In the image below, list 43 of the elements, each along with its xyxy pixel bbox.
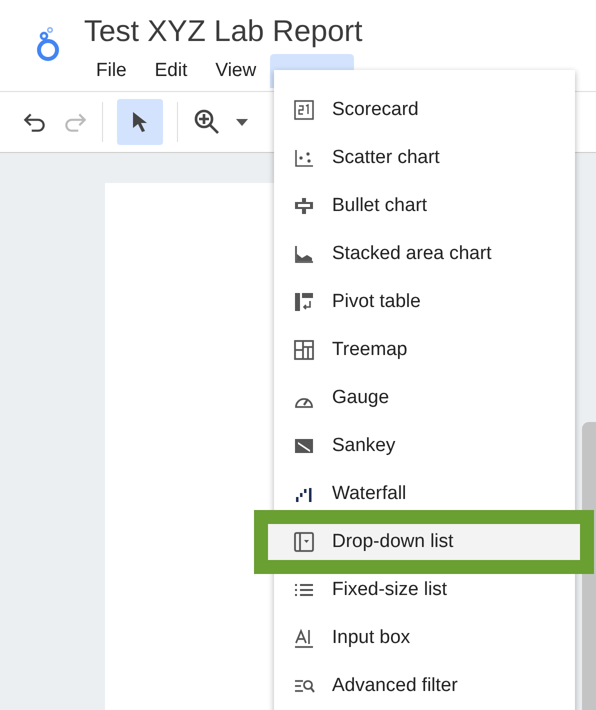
scrollbar[interactable]: [582, 422, 596, 710]
option-label: Scorecard: [332, 99, 419, 121]
option-label: Drop-down list: [332, 531, 454, 553]
text-input-icon: [293, 627, 315, 649]
option-label: Scatter chart: [332, 147, 440, 169]
menu-option[interactable]: Scatter chart: [274, 134, 575, 182]
option-label: Fixed-size list: [332, 579, 448, 601]
select-tool-button[interactable]: [117, 99, 163, 145]
menu-option[interactable]: Drop-down list: [264, 520, 584, 564]
menu-item[interactable]: Edit: [140, 54, 202, 90]
option-label: Input box: [332, 627, 410, 649]
report-title: Test XYZ Lab Report: [84, 14, 362, 50]
option-label: Stacked area chart: [332, 243, 492, 265]
menu-option[interactable]: Gauge: [274, 374, 575, 422]
option-label: Gauge: [332, 387, 390, 409]
option-label: Treemap: [332, 339, 408, 361]
pivot-table-icon: [293, 291, 315, 313]
caret-icon[interactable]: [236, 118, 248, 126]
treemap-icon: [293, 339, 315, 361]
menu-item[interactable]: View: [201, 54, 270, 90]
menu-option[interactable]: Sankey: [274, 422, 575, 470]
area-chart-icon: [293, 243, 315, 265]
menu-item[interactable]: File: [82, 54, 141, 90]
bullet-chart-icon: [293, 195, 315, 217]
menu-option[interactable]: Advanced filter: [274, 662, 575, 710]
cursor-icon: [133, 112, 147, 132]
scorecard-icon: [293, 99, 315, 121]
scatter-chart-icon: [293, 147, 315, 169]
option-label: Advanced filter: [332, 675, 458, 697]
menu-option[interactable]: Treemap: [274, 326, 575, 374]
option-label: Bullet chart: [332, 195, 428, 217]
option-label: Pivot table: [332, 291, 421, 313]
option-label: Sankey: [332, 435, 396, 457]
option-label: Waterfall: [332, 483, 406, 505]
menu-option[interactable]: Bullet chart: [274, 182, 575, 230]
menu-option[interactable]: Fixed-size list: [274, 566, 575, 614]
menu-option[interactable]: Scorecard: [274, 86, 575, 134]
menu-option[interactable]: Stacked area chart: [274, 230, 575, 278]
logo-icon: [35, 26, 61, 62]
dropdown-icon: [293, 531, 315, 553]
menu-option[interactable]: Input box: [274, 614, 575, 662]
menu-option[interactable]: Waterfall: [274, 470, 575, 518]
menu-option[interactable]: Pivot table: [274, 278, 575, 326]
